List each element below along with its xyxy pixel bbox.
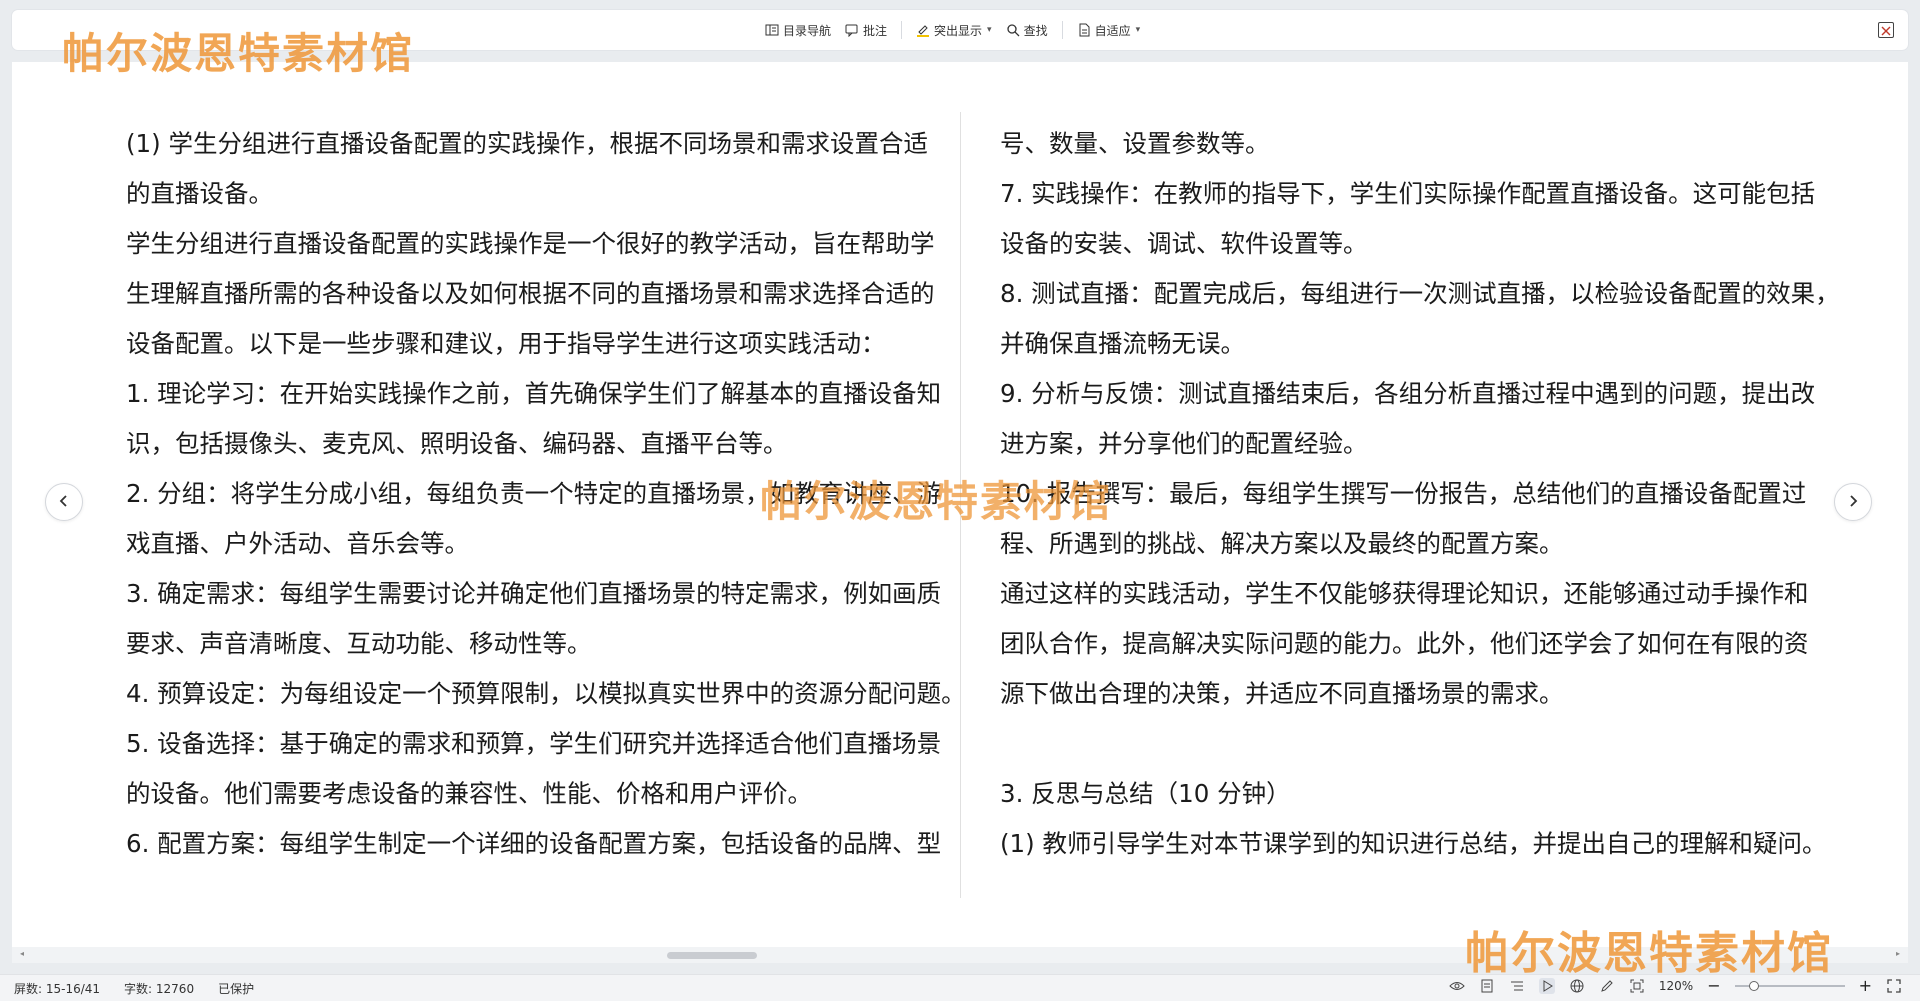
toolbar-divider [1061,21,1063,39]
scroll-right-icon[interactable]: ▸ [1896,949,1900,958]
toolbar-divider [901,21,903,39]
find-label: 查找 [1023,23,1048,38]
document-line: 6. 配置方案：每组学生制定一个详细的设备配置方案，包括设备的品牌、型 [126,829,942,858]
scrollbar-thumb[interactable] [667,952,757,959]
document-line: 10. 报告撰写：最后，每组学生撰写一份报告，总结他们的直播设备配置过 [1000,479,1807,508]
document-line: 1. 理论学习：在开始实践操作之前，首先确保学生们了解基本的直播设备知 [126,379,942,408]
document-line [1000,719,1800,769]
scroll-left-icon[interactable]: ◂ [20,949,24,958]
fullscreen-icon[interactable] [1886,978,1902,994]
toolbar-tools: 目录导航 批注 突出显示 ▾ 查找 自适应 ▾ [759,10,1146,50]
page-fit-icon [1077,23,1091,37]
right-page-column: 号、数量、设置参数等。 7. 实践操作：在教师的指导下，学生们实际操作配置直播设备… [1000,119,1840,869]
document-line: 的直播设备。 [126,179,273,208]
document-line: 进方案，并分享他们的配置经验。 [1000,429,1368,458]
zoom-level[interactable]: 120% [1659,979,1693,993]
document-line: 识，包括摄像头、麦克风、照明设备、编码器、直播平台等。 [126,429,788,458]
watermark-center: 帕尔波恩特素材馆 [760,477,1113,526]
document-line: 3. 确定需求：每组学生需要讨论并确定他们直播场景的特定需求，例如画质 [126,579,942,608]
watermark-bottom: 帕尔波恩特素材馆 [1465,928,1833,979]
comment-button[interactable]: 批注 [839,19,893,42]
document-line: 通过这样的实践活动，学生不仅能够获得理论知识，还能够通过动手操作和 [1000,579,1809,608]
document-line: 源下做出合理的决策，并适应不同直播场景的需求。 [1000,679,1564,708]
outline-nav-button[interactable]: 目录导航 [759,19,837,42]
chevron-right-icon [1846,493,1860,512]
fit-page-button[interactable]: 自适应 ▾ [1071,19,1147,42]
zoom-in-button[interactable]: + [1859,978,1872,994]
watermark-top: 帕尔波恩特素材馆 [62,29,415,78]
comment-icon [845,23,859,38]
document-line: 3. 反思与总结（10 分钟） [1000,779,1291,808]
document-line: 生理解直播所需的各种设备以及如何根据不同的直播场景和需求选择合适的 [126,279,935,308]
word-count[interactable]: 字数: 12760 [124,980,194,997]
previous-page-button[interactable] [45,483,83,521]
document-line: 程、所遇到的挑战、解决方案以及最终的配置方案。 [1000,529,1564,558]
find-button[interactable]: 查找 [1000,19,1054,42]
document-line: 9. 分析与反馈：测试直播结束后，各组分析直播过程中遇到的问题，提出改 [1000,379,1816,408]
chevron-left-icon [57,493,71,512]
close-icon [1881,21,1891,40]
document-line: 的设备。他们需要考虑设备的兼容性、性能、价格和用户评价。 [126,779,812,808]
document-line: 团队合作，提高解决实际问题的能力。此外，他们还学会了如何在有限的资 [1000,629,1809,658]
document-line: 5. 设备选择：基于确定的需求和预算，学生们研究并选择适合他们直播场景 [126,729,942,758]
document-line: 4. 预算设定：为每组设定一个预算限制，以模拟真实世界中的资源分配问题。 [126,679,966,708]
search-icon [1006,23,1020,37]
highlight-icon [916,23,930,37]
document-line: (1) 学生分组进行直播设备配置的实践操作，根据不同场景和需求设置合适 [126,129,928,158]
highlight-label: 突出显示 [934,23,983,38]
fit-page-label: 自适应 [1094,23,1131,38]
document-line: 学生分组进行直播设备配置的实践操作是一个很好的教学活动，旨在帮助学 [126,229,935,258]
chevron-down-icon: ▾ [1135,25,1141,35]
chevron-down-icon: ▾ [987,25,992,35]
document-line: 8. 测试直播：配置完成后，每组进行一次测试直播，以检验设备配置的效果， [1000,279,1840,308]
outline-icon [765,23,779,37]
eye-icon[interactable] [1449,978,1465,994]
document-line: 设备的安装、调试、软件设置等。 [1000,229,1368,258]
document-line: 并确保直播流畅无误。 [1000,329,1245,358]
outline-nav-label: 目录导航 [783,23,832,38]
page-count[interactable]: 屏数: 15-16/41 [14,980,100,997]
next-page-button[interactable] [1834,483,1872,521]
close-button[interactable] [1878,22,1894,38]
document-line: 号、数量、设置参数等。 [1000,129,1270,158]
comment-label: 批注 [863,23,888,38]
document-line: 要求、声音清晰度、互动功能、移动性等。 [126,629,592,658]
zoom-slider-knob[interactable] [1748,981,1759,991]
document-line: 7. 实践操作：在教师的指导下，学生们实际操作配置直播设备。这可能包括 [1000,179,1816,208]
protection-status: 已保护 [218,982,255,996]
highlight-button[interactable]: 突出显示 ▾ [910,19,998,42]
document-line: 设备配置。以下是一些步骤和建议，用于指导学生进行这项实践活动： [126,329,886,358]
document-line: (1) 教师引导学生对本节课学到的知识进行总结，并提出自己的理解和疑问。 [1000,829,1827,858]
